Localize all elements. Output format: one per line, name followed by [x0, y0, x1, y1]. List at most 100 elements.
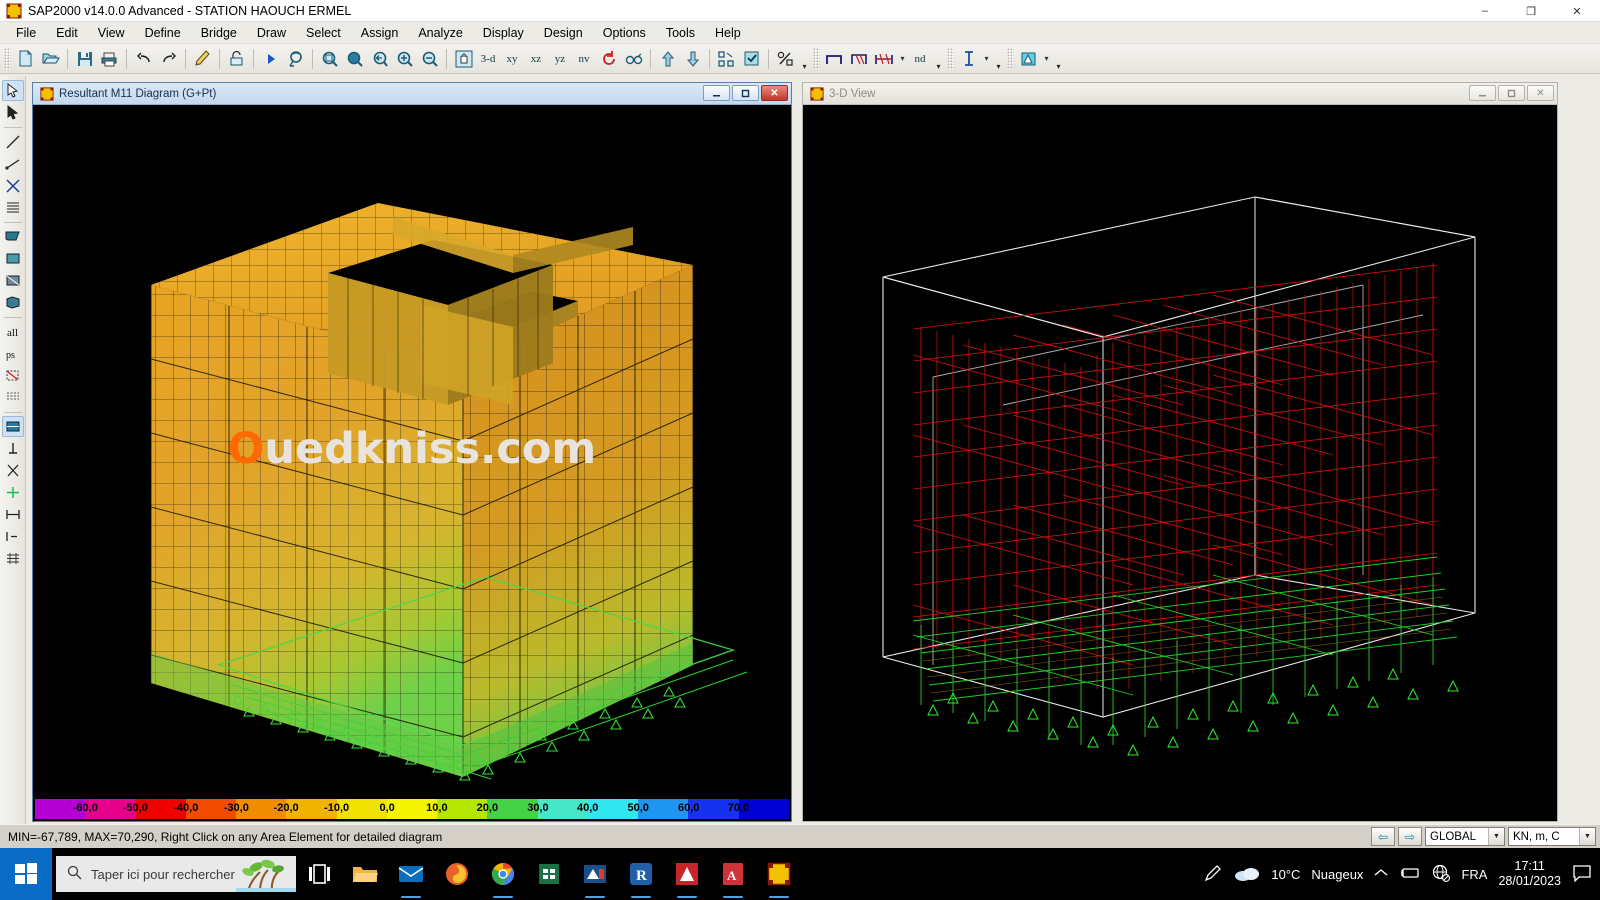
- chevron-down-icon[interactable]: ▾: [1041, 47, 1052, 71]
- rstudio-icon[interactable]: R: [618, 848, 664, 900]
- draw-area-icon[interactable]: [2, 226, 24, 247]
- clear-selection-icon[interactable]: [2, 387, 24, 408]
- draw-grid-icon[interactable]: [2, 197, 24, 218]
- previous-zoom-icon[interactable]: [367, 47, 392, 71]
- menu-options[interactable]: Options: [593, 24, 656, 42]
- toolbar-grip[interactable]: [1007, 47, 1014, 70]
- draw-frame-icon[interactable]: [2, 153, 24, 174]
- rubber-band-zoom-icon[interactable]: [283, 47, 308, 71]
- save-icon[interactable]: [72, 47, 97, 71]
- select-pointer-icon[interactable]: [2, 102, 24, 123]
- toolbar-grip[interactable]: [4, 47, 11, 70]
- language-indicator[interactable]: FRA: [1461, 867, 1487, 882]
- view-xy-button[interactable]: xy: [500, 47, 524, 71]
- m11-minimize-button[interactable]: [703, 85, 730, 101]
- menu-draw[interactable]: Draw: [247, 24, 296, 42]
- three-d-view-canvas[interactable]: [803, 105, 1557, 821]
- undo-icon[interactable]: [131, 47, 156, 71]
- toolbar-overflow-button[interactable]: ▾: [1052, 46, 1065, 72]
- new-file-icon[interactable]: [13, 47, 38, 71]
- assign-frame-icon[interactable]: [956, 47, 981, 71]
- view-3d-button[interactable]: 3-d: [476, 47, 500, 71]
- excel-icon[interactable]: [526, 848, 572, 900]
- zoom-window-icon[interactable]: [317, 47, 342, 71]
- toolbar-overflow-button[interactable]: ▾: [932, 46, 945, 72]
- three-d-minimize-button[interactable]: [1469, 85, 1496, 101]
- toolbar-grip[interactable]: [813, 47, 820, 70]
- sap2000-icon[interactable]: [756, 848, 802, 900]
- draw-solid-icon[interactable]: [2, 292, 24, 313]
- menu-define[interactable]: Define: [135, 24, 191, 42]
- notifications-icon[interactable]: [1572, 864, 1592, 885]
- run-analysis-icon[interactable]: [258, 47, 283, 71]
- m11-restore-button[interactable]: [732, 85, 759, 101]
- assign-restraint-icon[interactable]: [2, 438, 24, 459]
- maximize-button[interactable]: ❐: [1508, 0, 1554, 22]
- toolbar-overflow-button[interactable]: ▾: [798, 46, 811, 72]
- nav-back-button[interactable]: ⇦: [1371, 827, 1395, 846]
- autocad-icon[interactable]: [572, 848, 618, 900]
- menu-file[interactable]: File: [6, 24, 46, 42]
- chevron-down-icon[interactable]: ▼: [1488, 828, 1504, 845]
- three-d-window-titlebar[interactable]: 3-D View ✕: [803, 83, 1557, 105]
- display-options-icon[interactable]: [739, 47, 764, 71]
- google-chrome-icon[interactable]: [480, 848, 526, 900]
- file-explorer-icon[interactable]: [342, 848, 388, 900]
- open-folder-icon[interactable]: [38, 47, 63, 71]
- view-xz-button[interactable]: xz: [524, 47, 548, 71]
- mesh-icon[interactable]: [2, 460, 24, 481]
- divide-icon[interactable]: [2, 482, 24, 503]
- select-all-icon[interactable]: all: [2, 321, 24, 342]
- view-nd-button[interactable]: nd: [908, 47, 932, 71]
- menu-bridge[interactable]: Bridge: [191, 24, 247, 42]
- print-icon[interactable]: [97, 47, 122, 71]
- zoom-in-icon[interactable]: [392, 47, 417, 71]
- menu-analyze[interactable]: Analyze: [408, 24, 472, 42]
- quick-draw-area-icon[interactable]: [2, 248, 24, 269]
- toolbar-overflow-button[interactable]: ▾: [992, 46, 1005, 72]
- select-previous-icon[interactable]: ps: [2, 343, 24, 364]
- menu-design[interactable]: Design: [534, 24, 593, 42]
- pen-icon[interactable]: [1203, 863, 1223, 886]
- move-down-icon[interactable]: [680, 47, 705, 71]
- pointer-icon[interactable]: [1, 80, 24, 101]
- assign-joint-icon[interactable]: [1, 416, 24, 437]
- moment-diagram-icon[interactable]: [822, 47, 847, 71]
- m11-diagram-canvas[interactable]: Ouedkniss.com -60,0 -50,0 -40,0 -30,0 -2…: [33, 105, 791, 821]
- deselect-icon[interactable]: [2, 365, 24, 386]
- scale-icon[interactable]: [773, 47, 798, 71]
- chevron-down-icon[interactable]: ▾: [897, 47, 908, 71]
- task-view-icon[interactable]: [296, 848, 342, 900]
- toolbar-grip[interactable]: [947, 47, 954, 70]
- units-select[interactable]: KN, m, C ▼: [1508, 827, 1596, 846]
- close-button[interactable]: ✕: [1554, 0, 1600, 22]
- coordinate-system-select[interactable]: GLOBAL ▼: [1425, 827, 1505, 846]
- view-nv-button[interactable]: nv: [572, 47, 596, 71]
- refresh-pencil-icon[interactable]: [190, 47, 215, 71]
- rotate-view-icon[interactable]: [596, 47, 621, 71]
- adobe-reader-icon[interactable]: A: [710, 848, 756, 900]
- view-yz-button[interactable]: yz: [548, 47, 572, 71]
- windows-start-icon[interactable]: [0, 848, 52, 900]
- m11-close-button[interactable]: ✕: [761, 85, 788, 101]
- move-up-icon[interactable]: [655, 47, 680, 71]
- three-d-close-button[interactable]: ✕: [1527, 85, 1554, 101]
- pan-icon[interactable]: [451, 47, 476, 71]
- fill-icon[interactable]: [1016, 47, 1041, 71]
- zoom-full-icon[interactable]: [342, 47, 367, 71]
- snap-grid-icon[interactable]: [2, 548, 24, 569]
- snap-mid-icon[interactable]: [2, 526, 24, 547]
- shear-diagram-icon[interactable]: [847, 47, 872, 71]
- show-hidden-icons-chevron-up-icon[interactable]: [1374, 867, 1388, 882]
- resultant-m11-diagram-window[interactable]: Resultant M11 Diagram (G+Pt) ✕ Ouedkniss…: [32, 82, 792, 822]
- network-disconnected-icon[interactable]: [1432, 864, 1451, 885]
- draw-line-icon[interactable]: [2, 131, 24, 152]
- axial-diagram-icon[interactable]: [872, 47, 897, 71]
- menu-edit[interactable]: Edit: [46, 24, 88, 42]
- menu-tools[interactable]: Tools: [656, 24, 705, 42]
- draw-section-icon[interactable]: [2, 270, 24, 291]
- three-d-view-window[interactable]: 3-D View ✕: [802, 82, 1558, 822]
- menu-display[interactable]: Display: [473, 24, 534, 42]
- three-d-restore-button[interactable]: [1498, 85, 1525, 101]
- zoom-out-icon[interactable]: [417, 47, 442, 71]
